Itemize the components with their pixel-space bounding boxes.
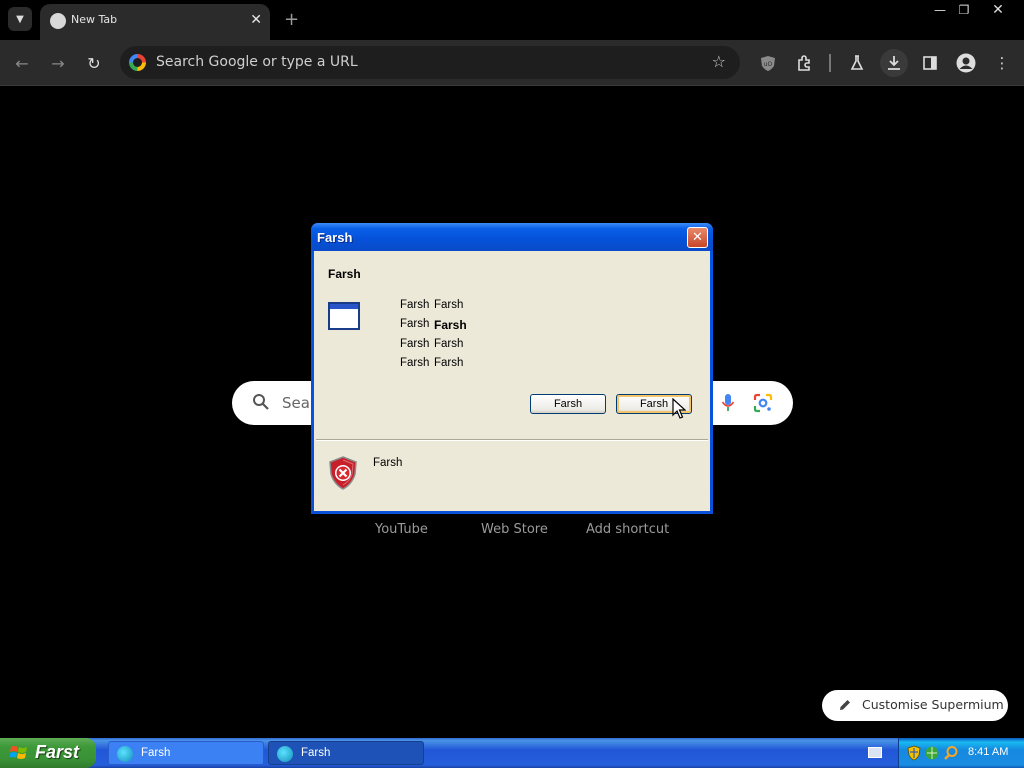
- customise-label: Customise Supermium: [862, 697, 1004, 712]
- google-lens-icon[interactable]: [753, 393, 773, 413]
- ublock-icon[interactable]: uO: [757, 52, 779, 74]
- tab-strip: ▼ New Tab ✕ + — ❐ ✕: [0, 0, 1024, 40]
- dialog-button-1[interactable]: Farsh: [530, 394, 606, 414]
- close-window-button[interactable]: ✕: [986, 2, 1010, 18]
- close-icon: ✕: [692, 230, 703, 245]
- shortcut-add-shortcut[interactable]: Add shortcut: [586, 522, 669, 537]
- security-center-icon[interactable]: [907, 745, 921, 761]
- taskbar-item-label: Farsh: [301, 747, 331, 759]
- search-icon: [253, 394, 269, 410]
- tab-title: New Tab: [71, 13, 118, 26]
- taskbar: Farst Farsh Farsh 8:41 AM: [0, 738, 1024, 768]
- start-label: Farst: [35, 742, 80, 762]
- windows-flag-icon: [10, 746, 27, 759]
- shortcut-web-store[interactable]: Web Store: [481, 522, 548, 537]
- dialog-heading: Farsh: [328, 267, 361, 281]
- property-label: Farsh: [400, 318, 430, 330]
- back-button[interactable]: ←: [10, 51, 34, 75]
- address-bar[interactable]: Search Google or type a URL ☆: [120, 46, 740, 79]
- toolbar-divider: [829, 54, 831, 72]
- system-tray: 8:41 AM: [898, 738, 1024, 768]
- xp-dialog-window: Farsh ✕ Farsh Farsh Farsh Farsh Farsh Fa…: [311, 223, 713, 514]
- start-button[interactable]: Farst: [0, 738, 96, 768]
- keyboard-layout-icon[interactable]: [868, 747, 882, 758]
- forward-button[interactable]: →: [46, 51, 70, 75]
- svg-text:uO: uO: [764, 61, 773, 68]
- taskbar-item-active[interactable]: Farsh: [268, 741, 424, 765]
- property-value: Farsh: [434, 338, 464, 350]
- search-tray-icon[interactable]: [943, 745, 959, 761]
- property-label: Farsh: [400, 299, 430, 311]
- taskbar-item-label: Farsh: [141, 747, 171, 759]
- property-value: Farsh: [434, 357, 464, 369]
- bookmark-star-icon[interactable]: ☆: [712, 52, 726, 71]
- new-tab-button[interactable]: +: [284, 9, 299, 30]
- dialog-close-button[interactable]: ✕: [687, 227, 708, 248]
- mouse-cursor-icon: [672, 398, 686, 419]
- tab-favicon-icon: [50, 13, 66, 29]
- dialog-separator: [316, 439, 708, 441]
- clock[interactable]: 8:41 AM: [968, 746, 1008, 758]
- close-tab-icon[interactable]: ✕: [250, 12, 262, 28]
- taskbar-item[interactable]: Farsh: [108, 741, 264, 765]
- extensions-puzzle-icon[interactable]: [793, 52, 815, 74]
- dialog-titlebar[interactable]: Farsh ✕: [311, 223, 713, 251]
- microphone-icon[interactable]: [721, 393, 735, 413]
- property-value: Farsh: [434, 299, 464, 311]
- minimize-button[interactable]: —: [928, 2, 952, 18]
- profile-avatar-icon[interactable]: [955, 52, 977, 74]
- dialog-footer-text: Farsh: [373, 457, 403, 469]
- download-icon[interactable]: [880, 49, 908, 77]
- dialog-title: Farsh: [317, 230, 353, 245]
- side-panel-icon[interactable]: [919, 52, 941, 74]
- customise-button[interactable]: Customise Supermium: [822, 690, 1008, 721]
- chevron-down-icon: ▼: [16, 13, 24, 25]
- flask-labs-icon[interactable]: [846, 52, 868, 74]
- shortcut-youtube[interactable]: YouTube: [375, 522, 428, 537]
- app-icon: [277, 746, 293, 762]
- app-icon: [117, 746, 133, 762]
- tab-new-tab[interactable]: New Tab ✕: [40, 4, 270, 40]
- security-shield-error-icon: [329, 456, 357, 490]
- browser-toolbar: ← → ↻ Search Google or type a URL ☆ uO ⋮: [0, 40, 1024, 86]
- property-label: Farsh: [400, 357, 430, 369]
- property-value-bold: Farsh: [434, 318, 467, 332]
- program-window-icon: [328, 302, 360, 330]
- network-icon[interactable]: [924, 745, 940, 761]
- reload-button[interactable]: ↻: [82, 51, 106, 75]
- dialog-body: Farsh Farsh Farsh Farsh Farsh Farsh Fars…: [314, 251, 710, 511]
- menu-more-icon[interactable]: ⋮: [991, 52, 1013, 74]
- google-icon: [129, 54, 146, 71]
- tab-search-button[interactable]: ▼: [8, 7, 32, 31]
- pencil-icon: [840, 700, 850, 710]
- restore-button[interactable]: ❐: [952, 2, 976, 18]
- address-bar-placeholder: Search Google or type a URL: [156, 54, 358, 70]
- property-label: Farsh: [400, 338, 430, 350]
